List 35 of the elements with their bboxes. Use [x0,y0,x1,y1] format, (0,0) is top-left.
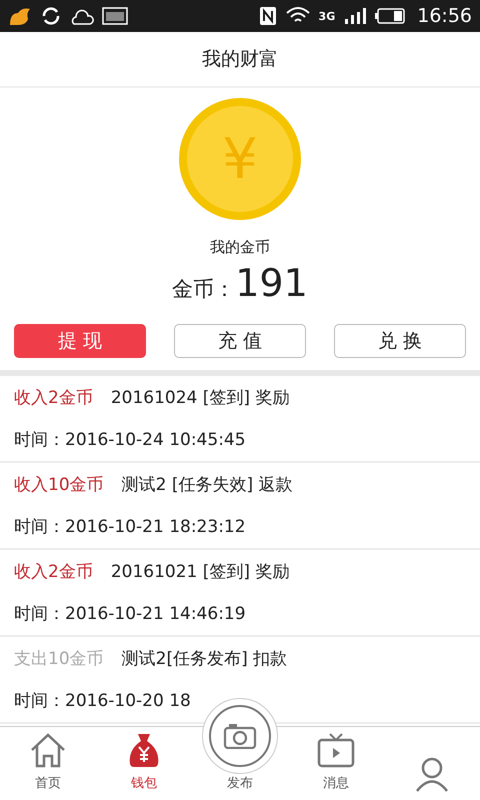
record-amount: 支出10金币 [14,648,104,670]
action-button[interactable]: 兑 换 [334,324,466,358]
home-icon [29,732,67,768]
record-time: 时间：2016-10-21 18:23:12 [14,516,247,538]
action-button[interactable]: 提 现 [14,324,146,358]
nfc-icon [258,6,277,26]
balance-label: 金币： [172,276,236,303]
page-title: 我的财富 [202,47,278,72]
record-amount: 收入2金币 [14,560,93,583]
record-description: 20161021 [签到] 奖励 [110,560,290,583]
record-description: 20161024 [签到] 奖励 [110,386,290,409]
record-description: 测试2 [任务失效] 返款 [122,474,293,496]
record-time: 时间：2016-10-20 18 [14,690,192,712]
balance-value: 191 [235,261,308,305]
coin-caption: 我的金币 [210,238,270,257]
record-time: 时间：2016-10-21 14:46:19 [14,603,247,626]
battery-icon [375,8,406,24]
sync-icon [40,5,62,27]
record-amount: 收入10金币 [14,474,104,496]
record-time: 时间：2016-10-24 10:45:45 [14,429,247,452]
coin-icon: ¥ [179,98,301,220]
signal-icon [343,8,368,24]
tab-item[interactable]: 首页 [0,727,96,800]
person-icon [414,756,450,792]
camera-icon [223,723,257,749]
tv-icon [316,732,356,768]
status-time: 16:56 [417,5,472,27]
record-description: 测试2[任务发布] 扣款 [122,648,288,670]
record-amount: 收入2金币 [14,386,93,409]
image-icon [102,7,128,25]
tab-item[interactable]: 发布 [192,691,288,800]
network-type: 3G [318,10,336,22]
tab-item[interactable]: 消息 [288,727,384,800]
tab-item[interactable]: 钱包 [96,727,192,800]
action-button[interactable]: 充 值 [174,324,306,358]
